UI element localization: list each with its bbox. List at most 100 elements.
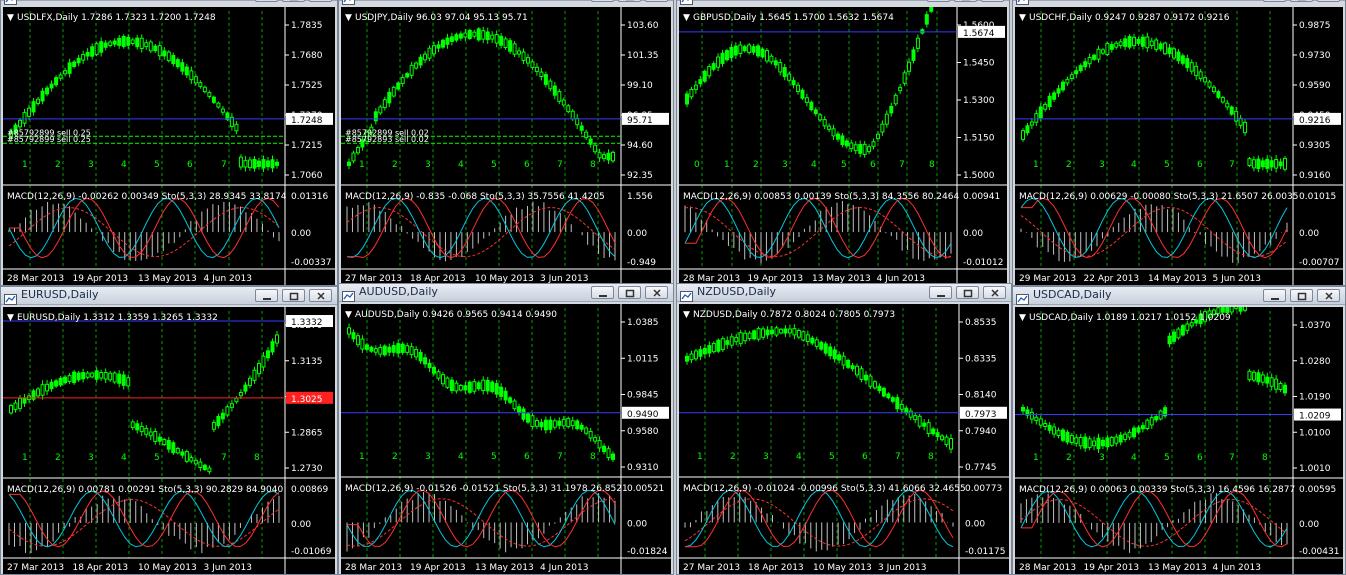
candle bbox=[198, 82, 203, 87]
chart-canvas[interactable]: 123456781.78351.76801.75251.73701.72151.… bbox=[3, 7, 335, 285]
chart-window-audusd[interactable]: AUDUSD,Daily 1 2 3 4 5 6 7 8 1.0385 1.0115 0.9845 0.… bbox=[338, 283, 674, 575]
candle bbox=[229, 403, 234, 408]
indicator-tick-label: 0.00869 bbox=[291, 485, 328, 495]
candle bbox=[911, 49, 916, 61]
chart-window-usdchf[interactable]: USDCHF,Daily 123456780.98750.97300.95900.… bbox=[1012, 0, 1346, 286]
week-label: 4 bbox=[811, 160, 817, 170]
candle bbox=[153, 430, 158, 442]
price-tick-label: 0.9730 bbox=[1299, 51, 1331, 61]
close-button[interactable] bbox=[309, 0, 332, 2]
maximize-button[interactable] bbox=[1290, 289, 1313, 302]
chart-area[interactable]: 1 2 3 4 5 6 7 8 1.0370 1.0280 1.0190 1.0100 1.0010 1.… bbox=[1015, 307, 1343, 574]
candle bbox=[216, 102, 221, 108]
candle bbox=[1243, 307, 1248, 311]
chart-canvas[interactable]: 123456781.32701.31351.30001.28651.27301.… bbox=[3, 307, 335, 574]
maximize-button[interactable] bbox=[954, 0, 977, 2]
indicator-tick-label: 0.00773 bbox=[965, 484, 1002, 494]
chart-window-nzdusd[interactable]: NZDUSD,Daily 1 2 3 4 5 6 7 8 0.8535 0.8335 0.8140 0.… bbox=[676, 283, 1012, 575]
window-titlebar[interactable]: GBPUSD,Daily bbox=[677, 0, 1009, 5]
chart-icon bbox=[1016, 0, 1029, 5]
minimize-button[interactable] bbox=[927, 0, 950, 2]
window-titlebar[interactable]: AUDUSD,Daily bbox=[339, 284, 673, 302]
collapse-arrow-icon: ▼ bbox=[1019, 313, 1026, 323]
candle bbox=[1021, 406, 1025, 412]
close-button[interactable] bbox=[1317, 0, 1340, 2]
chart-canvas[interactable]: 1 2 3 4 5 6 7 8 1.0370 1.0280 1.0190 1.0100 1.0010 1.… bbox=[1015, 307, 1343, 574]
window-titlebar[interactable]: EURUSD,Daily bbox=[1, 287, 337, 305]
chart-area[interactable]: 123456780.98750.97300.95900.94500.93050.… bbox=[1015, 7, 1343, 285]
maximize-button[interactable] bbox=[282, 0, 305, 2]
close-button[interactable] bbox=[981, 0, 1004, 2]
maximize-button[interactable] bbox=[618, 286, 641, 299]
chart-window-usdlfx[interactable]: USDLFX,Daily 123456781.78351.76801.75251.… bbox=[0, 0, 338, 286]
candle bbox=[234, 397, 239, 403]
close-button[interactable] bbox=[645, 286, 668, 299]
candle bbox=[252, 369, 257, 381]
price-tick-label: 101.35 bbox=[627, 51, 659, 61]
chart-canvas[interactable]: 1 2 3 4 5 6 7 8 1.0385 1.0115 0.9845 0.9580 0.9310 0.… bbox=[341, 304, 671, 574]
candle bbox=[778, 62, 783, 73]
candle bbox=[1078, 65, 1083, 72]
window-titlebar[interactable]: USDJPY,Daily bbox=[339, 0, 673, 5]
minimize-button[interactable] bbox=[591, 0, 614, 2]
window-titlebar[interactable]: USDCHF,Daily bbox=[1013, 0, 1345, 5]
candle bbox=[774, 327, 779, 336]
indicator-tick-label: -0.01175 bbox=[965, 547, 1005, 557]
candle bbox=[534, 66, 539, 72]
candle bbox=[1052, 92, 1057, 100]
chart-area[interactable]: 1 2 3 4 5 6 7 8 0.8535 0.8335 0.8140 0.7940 0.7745 0.… bbox=[679, 304, 1009, 574]
chart-canvas[interactable]: 123456780.98750.97300.95900.94500.93050.… bbox=[1015, 7, 1343, 285]
candle bbox=[787, 328, 792, 334]
chart-area[interactable]: 12345678103.60101.3599.1096.8594.6092.35… bbox=[341, 7, 671, 285]
candle bbox=[685, 93, 689, 105]
week-label: 1 bbox=[22, 453, 28, 463]
minimize-button[interactable] bbox=[929, 286, 952, 299]
candle bbox=[1238, 307, 1243, 312]
candle bbox=[1047, 95, 1052, 108]
chart-canvas[interactable]: 1 2 3 4 5 6 7 8 0.8535 0.8335 0.8140 0.7940 0.7745 0.… bbox=[679, 304, 1009, 574]
candle bbox=[813, 109, 818, 115]
chart-window-usdjpy[interactable]: USDJPY,Daily 12345678103.60101.3599.1096.… bbox=[338, 0, 674, 286]
close-button[interactable] bbox=[983, 286, 1006, 299]
price-tick-label: 0.9305 bbox=[1299, 141, 1331, 151]
chart-area[interactable]: 0123456781.56001.54501.53001.51501.50001… bbox=[679, 7, 1007, 285]
candle bbox=[1065, 78, 1070, 84]
window-titlebar[interactable]: NZDUSD,Daily bbox=[677, 284, 1011, 302]
candle bbox=[1283, 157, 1287, 170]
candle bbox=[756, 328, 761, 340]
window-titlebar[interactable]: USDLFX,Daily bbox=[1, 0, 337, 5]
minimize-button[interactable] bbox=[255, 289, 278, 302]
close-button[interactable] bbox=[309, 289, 332, 302]
candle bbox=[499, 386, 504, 397]
candle bbox=[54, 77, 59, 86]
maximize-button[interactable] bbox=[956, 286, 979, 299]
maximize-button[interactable] bbox=[1290, 0, 1313, 2]
close-button[interactable] bbox=[645, 0, 668, 2]
price-tick-label: 1.0280 bbox=[1299, 357, 1331, 367]
chart-canvas[interactable]: 12345678103.60101.3599.1096.8594.6092.35… bbox=[341, 7, 671, 285]
chart-window-eurusd[interactable]: EURUSD,Daily 123456781.32701.31351.30001.… bbox=[0, 286, 338, 575]
chart-area[interactable]: 1 2 3 4 5 6 7 8 1.0385 1.0115 0.9845 0.9580 0.9310 0.… bbox=[341, 304, 671, 574]
maximize-button[interactable] bbox=[282, 289, 305, 302]
chart-area[interactable]: 123456781.32701.31351.30001.28651.27301.… bbox=[3, 307, 335, 574]
candle bbox=[584, 427, 589, 434]
candle bbox=[40, 384, 45, 396]
window-titlebar[interactable]: USDCAD,Daily bbox=[1013, 287, 1345, 305]
maximize-button[interactable] bbox=[618, 0, 641, 2]
chart-window-usdcad[interactable]: USDCAD,Daily 1 2 3 4 5 6 7 8 1.0370 1.0280 1.0190 1.… bbox=[1012, 286, 1346, 575]
close-button[interactable] bbox=[1317, 289, 1340, 302]
candle bbox=[180, 451, 185, 456]
chart-area[interactable]: 123456781.78351.76801.75251.73701.72151.… bbox=[3, 7, 335, 285]
candle bbox=[31, 101, 36, 113]
minimize-button[interactable] bbox=[591, 286, 614, 299]
candle bbox=[1056, 429, 1061, 437]
chart-window-gbpusd[interactable]: GBPUSD,Daily0123456781.56001.54501.53001… bbox=[676, 0, 1010, 286]
chart-canvas[interactable]: 0123456781.56001.54501.53001.51501.50001… bbox=[679, 7, 1007, 285]
candle bbox=[1060, 429, 1065, 441]
minimize-button[interactable] bbox=[1263, 289, 1286, 302]
minimize-button[interactable] bbox=[1263, 0, 1286, 2]
week-label: 3 bbox=[782, 160, 788, 170]
collapse-arrow-icon: ▼ bbox=[345, 310, 352, 320]
candle bbox=[1052, 426, 1057, 435]
minimize-button[interactable] bbox=[255, 0, 278, 2]
